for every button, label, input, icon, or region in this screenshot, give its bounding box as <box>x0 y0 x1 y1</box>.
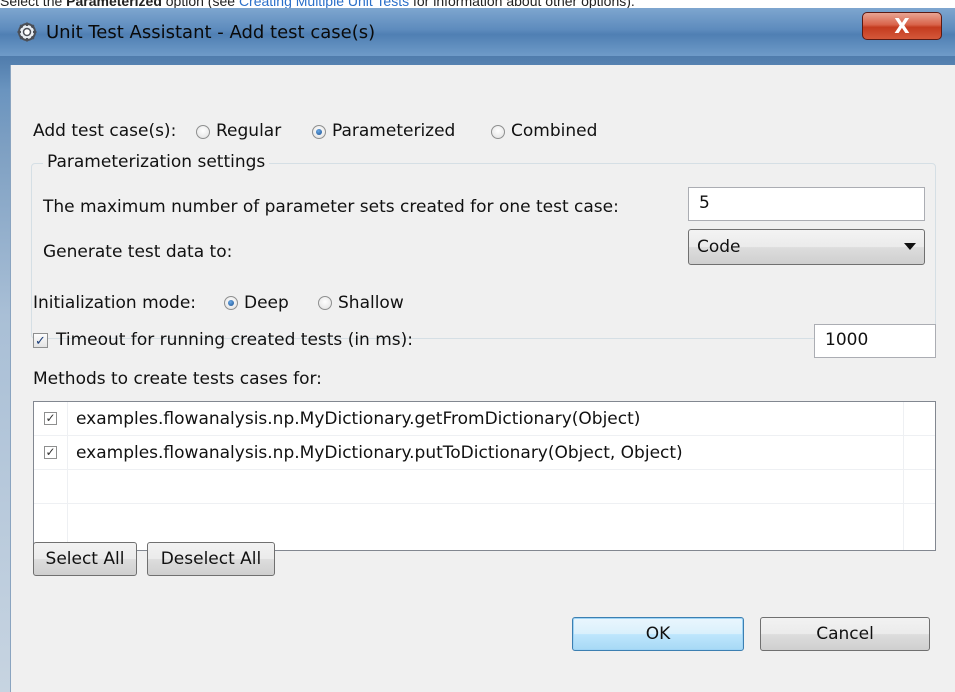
methods-list[interactable]: ✓ examples.flowanalysis.np.MyDictionary.… <box>33 401 936 551</box>
parameterized-radio-label[interactable]: Parameterized <box>332 121 455 141</box>
deep-radio-label[interactable]: Deep <box>244 293 289 313</box>
method-checkbox[interactable]: ✓ <box>44 446 57 459</box>
regular-radio[interactable] <box>196 125 210 139</box>
parameterization-group-title: Parameterization settings <box>43 152 270 172</box>
ok-button[interactable]: OK <box>572 617 744 651</box>
generate-test-data-select[interactable]: Code <box>688 229 925 265</box>
generate-test-data-label: Generate test data to: <box>43 242 233 262</box>
parameterized-radio[interactable] <box>312 125 326 139</box>
close-button[interactable]: X <box>862 12 942 40</box>
timeout-label[interactable]: Timeout for running created tests (in ms… <box>56 330 413 350</box>
window-title: Unit Test Assistant - Add test case(s) <box>46 22 376 43</box>
timeout-input[interactable]: 1000 <box>814 324 936 358</box>
generate-test-data-value: Code <box>697 237 741 257</box>
deselect-all-button[interactable]: Deselect All <box>147 542 275 576</box>
method-checkbox[interactable]: ✓ <box>44 412 57 425</box>
max-sets-label: The maximum number of parameter sets cre… <box>43 197 619 217</box>
initialization-mode-label: Initialization mode: <box>33 293 197 313</box>
max-sets-input[interactable]: 5 <box>688 187 925 221</box>
method-label: examples.flowanalysis.np.MyDictionary.pu… <box>76 443 683 463</box>
list-item[interactable]: ✓ examples.flowanalysis.np.MyDictionary.… <box>34 402 935 436</box>
combined-radio[interactable] <box>491 125 505 139</box>
deep-radio[interactable] <box>224 296 238 310</box>
instruction-text: Select the Parameterized option (see Cre… <box>0 0 955 8</box>
shallow-radio[interactable] <box>318 296 332 310</box>
shallow-radio-label[interactable]: Shallow <box>338 293 404 313</box>
select-all-button[interactable]: Select All <box>33 542 137 576</box>
method-label: examples.flowanalysis.np.MyDictionary.ge… <box>76 409 641 429</box>
cancel-button[interactable]: Cancel <box>760 617 930 651</box>
methods-label: Methods to create tests cases for: <box>33 369 322 389</box>
chevron-down-icon <box>904 243 916 250</box>
combined-radio-label[interactable]: Combined <box>511 121 597 141</box>
gear-icon <box>17 22 37 42</box>
dialog-window: Unit Test Assistant - Add test case(s) X… <box>0 8 955 692</box>
dialog-content: Add test case(s): Regular Parameterized … <box>10 65 955 692</box>
close-icon: X <box>894 14 910 38</box>
list-item-empty <box>34 470 935 504</box>
list-item[interactable]: ✓ examples.flowanalysis.np.MyDictionary.… <box>34 436 935 470</box>
timeout-checkbox[interactable]: ✓ <box>33 333 48 348</box>
regular-radio-label[interactable]: Regular <box>216 121 281 141</box>
title-bar: Unit Test Assistant - Add test case(s) X <box>0 8 955 56</box>
add-test-cases-label: Add test case(s): <box>33 121 177 141</box>
